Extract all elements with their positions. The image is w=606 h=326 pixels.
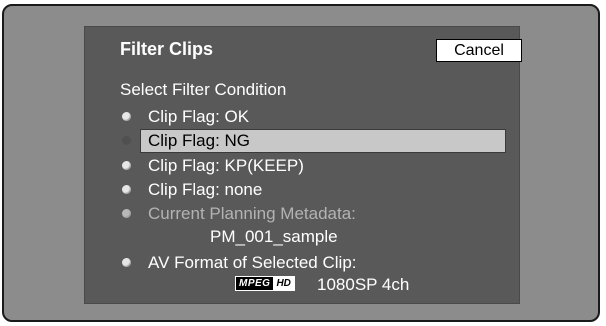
option-clip-flag-keep[interactable]: Clip Flag: KP(KEEP) [120, 154, 510, 178]
av-format-value: 1080SP 4ch [317, 275, 410, 294]
option-clip-flag-ng[interactable]: Clip Flag: NG [120, 129, 510, 153]
option-planning-metadata: Current Planning Metadata: [120, 202, 510, 226]
option-clip-flag-ok[interactable]: Clip Flag: OK [120, 105, 510, 129]
radio-dot-icon [122, 161, 131, 170]
dialog-title: Filter Clips [120, 39, 214, 59]
screen-frame: Filter Clips Cancel Select Filter Condit… [2, 4, 600, 322]
option-label: Current Planning Metadata: [148, 204, 356, 223]
option-clip-flag-none[interactable]: Clip Flag: none [120, 178, 510, 202]
option-label: Clip Flag: KP(KEEP) [148, 156, 304, 175]
cancel-button[interactable]: Cancel [436, 39, 522, 62]
option-label: Clip Flag: NG [148, 131, 251, 150]
option-av-format[interactable]: AV Format of Selected Clip: [120, 251, 510, 275]
filter-condition-heading: Select Filter Condition [120, 80, 287, 99]
radio-dot-icon [122, 112, 131, 121]
planning-metadata-value: PM_001_sample [210, 227, 338, 246]
radio-dot-icon [122, 136, 131, 145]
option-label: Clip Flag: none [148, 180, 263, 199]
mpeg-hd-logo-icon: MPEG HD [235, 276, 295, 291]
filter-clips-dialog: Filter Clips Cancel Select Filter Condit… [84, 26, 522, 304]
radio-dot-icon [122, 258, 131, 267]
radio-dot-icon [122, 185, 131, 194]
radio-dot-icon [122, 209, 131, 218]
option-label: Clip Flag: OK [148, 107, 250, 126]
option-label: AV Format of Selected Clip: [148, 253, 357, 272]
